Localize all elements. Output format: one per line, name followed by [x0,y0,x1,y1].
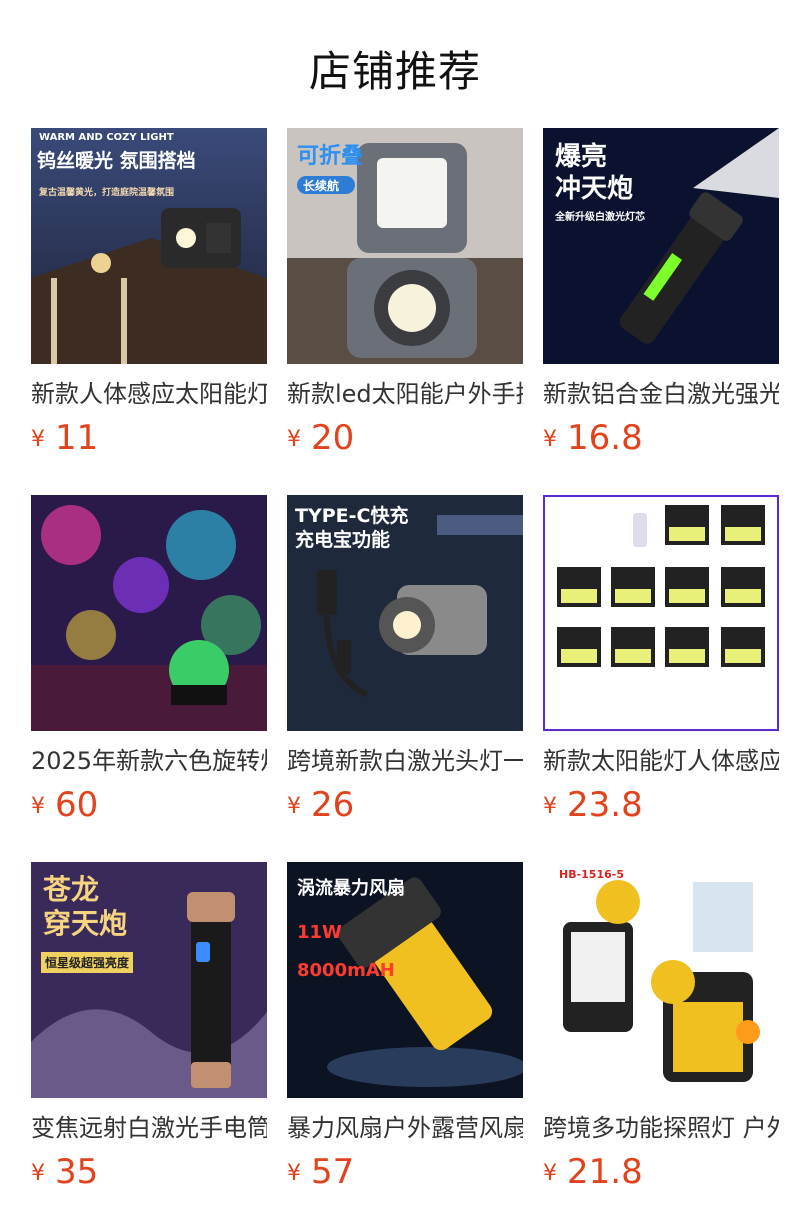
price-value: 16.8 [567,418,643,458]
image-caption-title-2: 穿天炮 [43,907,128,940]
product-name[interactable]: 变焦远射白激光手电筒 [31,1112,267,1144]
product-card[interactable]: 可折叠 长续航 新款led太阳能户外手提灯 ¥20 [287,128,523,458]
currency-symbol: ¥ [287,1161,301,1186]
image-caption-sub: 全新升级白激光灯芯 [555,212,645,223]
product-price: ¥16.8 [543,420,779,458]
image-caption-title: TYPE-C快充 [295,505,409,527]
currency-symbol: ¥ [543,794,557,819]
price-value: 35 [55,1152,99,1192]
currency-symbol: ¥ [543,427,557,452]
price-value: 20 [311,418,355,458]
product-image[interactable]: TYPE-C快充 充电宝功能 [287,495,523,731]
price-value: 21.8 [567,1152,643,1192]
price-value: 23.8 [567,785,643,825]
product-name[interactable]: 新款led太阳能户外手提灯 [287,378,523,410]
product-image[interactable] [31,495,267,731]
product-card[interactable]: 爆亮 冲天炮 全新升级白激光灯芯 新款铝合金白激光强光手电筒 ¥16.8 [543,128,779,458]
image-caption-title: 钨丝暖光 氛围搭档 [37,150,196,172]
image-caption-en: WARM AND COZY LIGHT [39,132,174,143]
product-price: ¥11 [31,420,267,458]
product-image[interactable]: HB-1516-5 [543,862,779,1098]
image-caption-power: 11W [297,922,342,943]
product-price: ¥20 [287,420,523,458]
product-card[interactable]: HB-1516-5 跨境多功能探照灯 户外 ¥21.8 [543,862,779,1192]
price-value: 60 [55,785,99,825]
product-image[interactable]: 涡流暴力风扇 11W 8000mAH [287,862,523,1098]
product-name[interactable]: 新款人体感应太阳能灯 [31,378,267,410]
image-caption-sub: 恒星级超强亮度 [41,952,134,973]
image-caption-sub: 复古温馨黄光，打造庭院温馨氛围 [39,188,175,198]
currency-symbol: ¥ [287,794,301,819]
product-image[interactable] [543,495,779,731]
price-value: 57 [311,1152,355,1192]
image-caption-title: 涡流暴力风扇 [297,878,405,899]
product-price: ¥21.8 [543,1154,779,1192]
product-card[interactable]: WARM AND COZY LIGHT 钨丝暖光 氛围搭档 复古温馨黄光，打造庭… [31,128,267,458]
product-name[interactable]: 跨境多功能探照灯 户外 [543,1112,779,1144]
currency-symbol: ¥ [31,1161,45,1186]
currency-symbol: ¥ [543,1161,557,1186]
product-image[interactable]: 可折叠 长续航 [287,128,523,364]
product-name[interactable]: 新款太阳能灯人体感应 [543,745,779,777]
image-caption-sub: 充电宝功能 [295,529,391,551]
product-image[interactable]: 苍龙 穿天炮 恒星级超强亮度 [31,862,267,1098]
price-value: 26 [311,785,355,825]
product-card[interactable]: 涡流暴力风扇 11W 8000mAH 暴力风扇户外露营风扇 ¥57 [287,862,523,1192]
currency-symbol: ¥ [287,427,301,452]
product-price: ¥57 [287,1154,523,1192]
product-card[interactable]: 苍龙 穿天炮 恒星级超强亮度 变焦远射白激光手电筒 ¥35 [31,862,267,1192]
product-name[interactable]: 新款铝合金白激光强光手电筒 [543,378,779,410]
image-model-code: HB-1516-5 [559,868,624,881]
image-caption-title: 可折叠 [297,144,364,169]
product-price: ¥26 [287,787,523,825]
image-caption-sub: 长续航 [303,179,340,193]
product-card[interactable]: 新款太阳能灯人体感应 ¥23.8 [543,495,779,825]
product-price: ¥60 [31,787,267,825]
image-caption-battery: 8000mAH [297,960,395,981]
price-value: 11 [55,418,99,458]
product-image[interactable]: 爆亮 冲天炮 全新升级白激光灯芯 [543,128,779,364]
product-image[interactable]: WARM AND COZY LIGHT 钨丝暖光 氛围搭档 复古温馨黄光，打造庭… [31,128,267,364]
product-name[interactable]: 跨境新款白激光头灯一 [287,745,523,777]
image-caption-title-2: 冲天炮 [555,174,634,204]
product-card[interactable]: TYPE-C快充 充电宝功能 跨境新款白激光头灯一 ¥26 [287,495,523,825]
product-name[interactable]: 暴力风扇户外露营风扇 [287,1112,523,1144]
product-name[interactable]: 2025年新款六色旋转灯 [31,745,267,777]
product-price: ¥23.8 [543,787,779,825]
product-price: ¥35 [31,1154,267,1192]
page-title: 店铺推荐 [308,47,481,96]
currency-symbol: ¥ [31,794,45,819]
product-card[interactable]: 2025年新款六色旋转灯 ¥60 [31,495,267,825]
currency-symbol: ¥ [31,427,45,452]
